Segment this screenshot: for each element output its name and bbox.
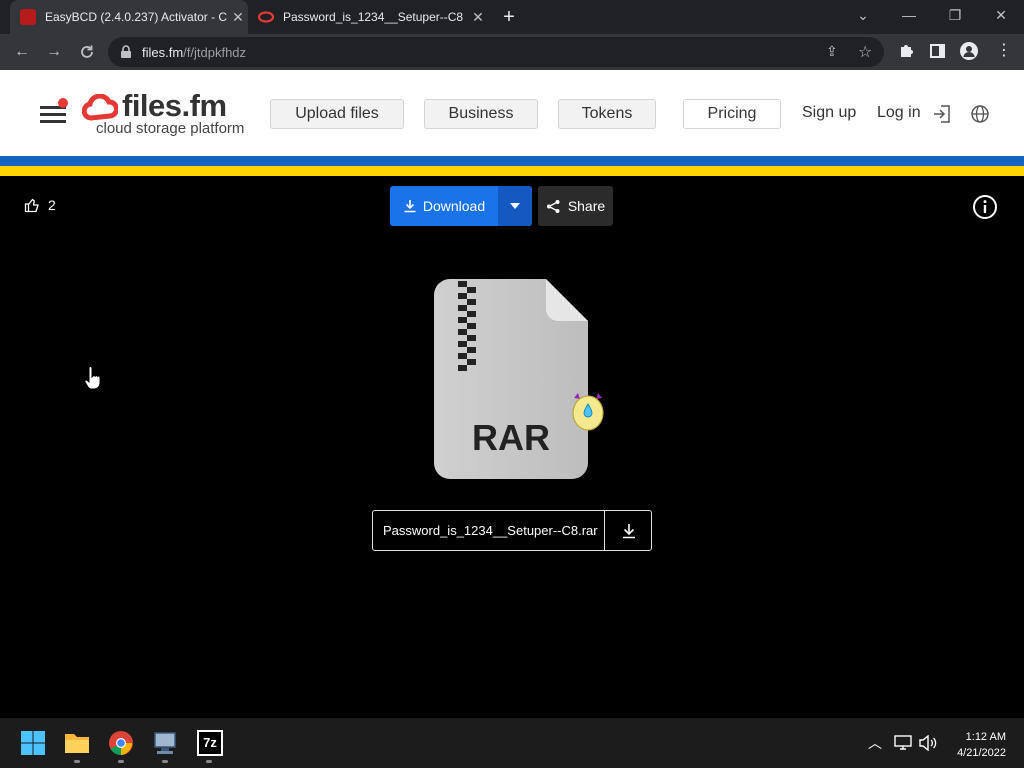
filesfm-favicon-icon xyxy=(257,9,275,25)
taskbar-running-indicator xyxy=(206,760,212,763)
rar-file-preview-icon: RAR xyxy=(434,279,588,479)
login-icon[interactable] xyxy=(932,104,952,124)
close-window-button[interactable]: ✕ xyxy=(978,0,1024,30)
thumbs-up-icon xyxy=(24,198,39,213)
remote-desktop-icon[interactable] xyxy=(152,730,178,756)
extensions-icon[interactable] xyxy=(898,43,914,64)
site-logo[interactable]: files.fm cloud storage platform xyxy=(82,88,254,138)
taskbar-running-indicator xyxy=(162,760,168,763)
chrome-icon[interactable] xyxy=(108,730,134,756)
download-button-group: Download xyxy=(390,186,532,226)
forward-button[interactable]: → xyxy=(42,40,66,64)
share-icon xyxy=(546,199,560,213)
logo-name: files.fm xyxy=(122,88,227,123)
egg-mascot-icon xyxy=(572,393,604,431)
upload-files-link[interactable]: Upload files xyxy=(270,99,404,129)
business-link[interactable]: Business xyxy=(424,99,538,129)
restore-button[interactable]: ❐ xyxy=(932,0,978,30)
browser-menu-icon[interactable]: ⋮ xyxy=(996,40,1012,60)
clock-date: 4/21/2022 xyxy=(957,747,1006,759)
close-tab-icon[interactable]: ✕ xyxy=(228,9,248,26)
tab-title: EasyBCD (2.4.0.237) Activator - C xyxy=(45,10,228,24)
file-download-button[interactable] xyxy=(604,511,652,550)
logo-tagline: cloud storage platform xyxy=(96,120,245,137)
new-tab-button[interactable]: + xyxy=(498,6,520,28)
minimize-button[interactable]: — xyxy=(886,0,932,30)
profile-icon[interactable] xyxy=(960,42,978,60)
back-button[interactable]: ← xyxy=(10,40,34,64)
windows-taskbar: 7z ︿ 1:12 AM 4/21/2022 xyxy=(0,718,1024,768)
windows-start-icon[interactable] xyxy=(20,730,46,756)
site-header: files.fm cloud storage platform Upload f… xyxy=(0,70,1024,156)
download-options-dropdown[interactable] xyxy=(498,186,532,226)
browser-tab[interactable]: Password_is_1234__Setuper--C8 ✕ xyxy=(250,0,488,34)
download-button[interactable]: Download xyxy=(390,186,498,226)
ukraine-flag-stripe-yellow xyxy=(0,166,1024,176)
close-tab-icon[interactable]: ✕ xyxy=(468,9,488,26)
system-clock[interactable]: 1:12 AM 4/21/2022 xyxy=(957,729,1006,761)
address-bar[interactable]: files.fm/f/jtdpkfhdz ⇪ ☆ xyxy=(108,37,884,67)
sidepanel-icon[interactable] xyxy=(930,44,945,58)
reload-button[interactable] xyxy=(75,40,99,64)
browser-toolbar: ← → files.fm/f/jtdpkfhdz ⇪ ☆ ⋮ xyxy=(0,34,1024,70)
reload-icon xyxy=(81,45,93,58)
lock-icon xyxy=(121,45,131,58)
share-button[interactable]: Share xyxy=(538,186,613,226)
file-explorer-icon[interactable] xyxy=(64,730,90,756)
tab-title: Password_is_1234__Setuper--C8 xyxy=(283,10,464,24)
language-globe-icon[interactable] xyxy=(970,104,990,124)
network-icon[interactable] xyxy=(894,735,912,751)
file-name-bar: Password_is_1234__Setuper--C8.rar xyxy=(372,510,652,551)
sign-up-link[interactable]: Sign up xyxy=(802,104,856,122)
pricing-link[interactable]: Pricing xyxy=(683,99,781,129)
clock-time: 1:12 AM xyxy=(965,731,1006,743)
show-hidden-icons-chevron[interactable]: ︿ xyxy=(868,733,882,753)
share-page-icon[interactable]: ⇪ xyxy=(826,43,838,60)
tab-search-icon[interactable]: ⌄ xyxy=(840,0,886,30)
notification-dot xyxy=(58,98,68,108)
url-text: files.fm/f/jtdpkfhdz xyxy=(142,45,247,60)
easybcd-favicon-icon xyxy=(20,9,36,25)
download-icon xyxy=(622,523,635,538)
like-count: 2 xyxy=(48,197,56,213)
log-in-link[interactable]: Log in xyxy=(877,104,921,122)
hamburger-menu-icon[interactable] xyxy=(40,98,68,124)
file-viewer: 2 Download Share RAR Password_is_1234__S… xyxy=(0,176,1024,718)
bookmark-star-icon[interactable]: ☆ xyxy=(858,42,872,62)
file-type-label: RAR xyxy=(472,417,550,458)
browser-tab-active[interactable]: EasyBCD (2.4.0.237) Activator - C ✕ xyxy=(10,0,248,34)
taskbar-running-indicator xyxy=(118,760,124,763)
browser-tab-strip: EasyBCD (2.4.0.237) Activator - C ✕ Pass… xyxy=(0,0,1024,34)
ukraine-flag-stripe-blue xyxy=(0,156,1024,166)
tokens-link[interactable]: Tokens xyxy=(558,99,656,129)
7zip-icon[interactable]: 7z xyxy=(197,730,223,756)
mouse-hand-cursor-icon xyxy=(84,366,101,390)
caret-down-icon xyxy=(510,203,520,209)
taskbar-running-indicator xyxy=(74,760,80,763)
like-button[interactable]: 2 xyxy=(24,197,56,213)
download-icon xyxy=(404,200,416,213)
file-info-icon[interactable] xyxy=(972,194,998,220)
volume-icon[interactable] xyxy=(918,735,938,751)
file-name[interactable]: Password_is_1234__Setuper--C8.rar xyxy=(383,523,601,538)
